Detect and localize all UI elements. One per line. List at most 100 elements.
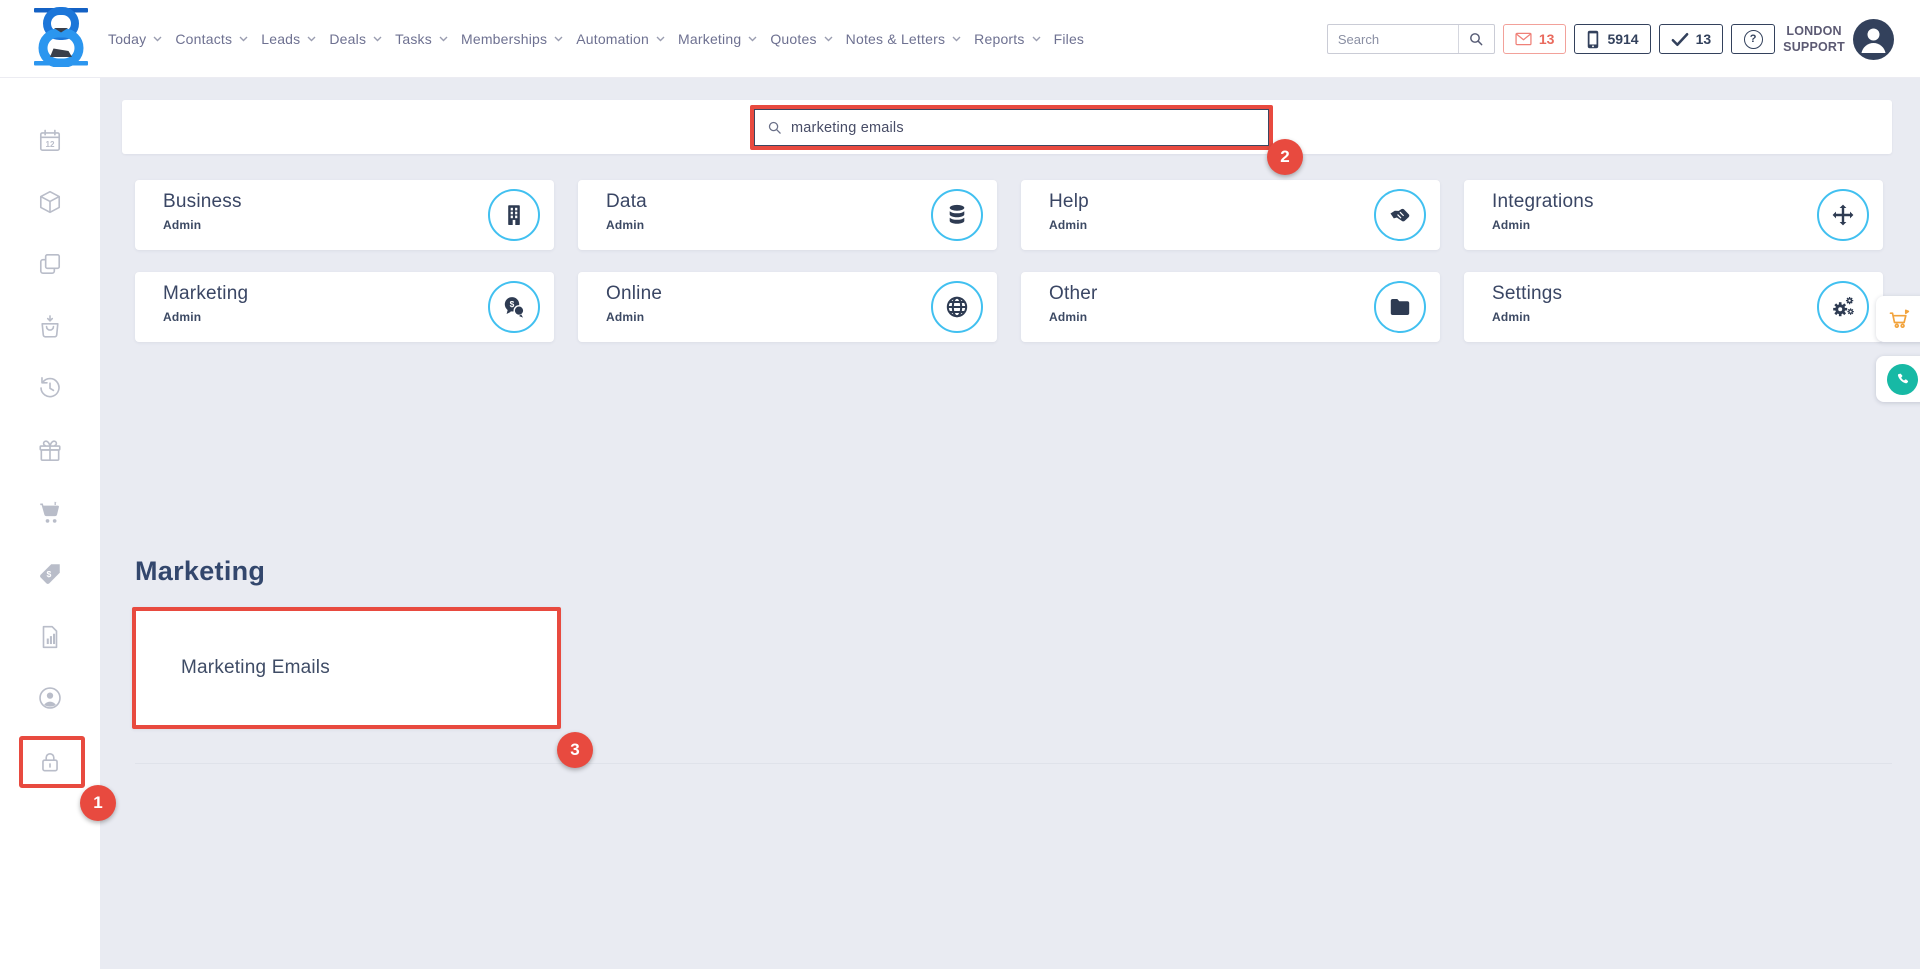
nav-item-reports[interactable]: Reports <box>974 31 1040 47</box>
chevron-down-icon <box>824 36 833 42</box>
user-name: LONDON SUPPORT <box>1783 23 1845 56</box>
nav-item-files[interactable]: Files <box>1054 31 1085 47</box>
nav-item-memberships[interactable]: Memberships <box>461 31 563 47</box>
admin-card-integrations[interactable]: Integrations Admin <box>1464 180 1883 250</box>
user-circle-icon <box>37 685 63 711</box>
nav-label: Marketing <box>678 31 741 47</box>
cube-icon <box>37 189 63 215</box>
admin-card-other[interactable]: Other Admin <box>1021 272 1440 342</box>
person-icon <box>1853 19 1894 60</box>
search-icon <box>1468 31 1484 47</box>
nav-item-quotes[interactable]: Quotes <box>770 31 832 47</box>
nav-item-notes-letters[interactable]: Notes & Letters <box>846 31 962 47</box>
annotation-badge-3: 3 <box>557 732 593 768</box>
card-icon-circle <box>1374 281 1426 333</box>
nav-label: Reports <box>974 31 1024 47</box>
history-clock-icon <box>37 375 63 401</box>
nav-label: Memberships <box>461 31 547 47</box>
chevron-down-icon <box>153 36 162 42</box>
section-divider <box>135 763 1892 764</box>
user-avatar[interactable] <box>1853 19 1894 60</box>
gift-icon <box>37 438 63 464</box>
checkmark-icon <box>1671 32 1689 47</box>
nav-item-marketing[interactable]: Marketing <box>678 31 757 47</box>
mobile-phone-icon <box>1586 30 1600 49</box>
admin-card-online[interactable]: Online Admin <box>578 272 997 342</box>
question-mark-icon: ? <box>1744 30 1763 49</box>
nav-label: Today <box>108 31 146 47</box>
tasks-count: 13 <box>1696 31 1712 47</box>
floating-cart-button[interactable] <box>1876 296 1920 342</box>
card-icon-circle <box>1374 189 1426 241</box>
admin-card-data[interactable]: Data Admin <box>578 180 997 250</box>
marketing-emails-label: Marketing Emails <box>181 657 330 679</box>
chevron-down-icon <box>1032 36 1041 42</box>
handshake-icon <box>1388 203 1412 227</box>
main-content: Business Admin Data Admin <box>100 78 1920 969</box>
nav-label: Deals <box>329 31 366 47</box>
annotation-badge-1: 1 <box>80 785 116 821</box>
chevron-down-icon <box>439 36 448 42</box>
admin-card-marketing[interactable]: Marketing Admin $ <box>135 272 554 342</box>
envelope-icon <box>1515 32 1532 46</box>
gears-icon <box>1831 295 1855 319</box>
topbar: Today Contacts Leads Deals Tasks Members… <box>0 0 1920 78</box>
sidebar-item-pricing[interactable]: $ <box>37 561 63 587</box>
sidebar-item-products[interactable] <box>37 189 63 215</box>
sidebar-item-bag-receive[interactable] <box>37 314 63 340</box>
admin-search-input[interactable] <box>791 120 1256 136</box>
global-search-input[interactable] <box>1328 32 1458 47</box>
unread-email-badge[interactable]: 13 <box>1503 24 1567 54</box>
nav-item-contacts[interactable]: Contacts <box>175 31 248 47</box>
help-button[interactable]: ? <box>1731 24 1775 54</box>
nav-label: Files <box>1054 31 1085 47</box>
marketing-emails-card[interactable]: Marketing Emails <box>132 607 561 729</box>
calendar-icon: 12 <box>37 128 63 154</box>
chevron-down-icon <box>554 36 563 42</box>
sidebar-item-history[interactable] <box>37 375 63 401</box>
nav-item-tasks[interactable]: Tasks <box>395 31 448 47</box>
nav-label: Notes & Letters <box>846 31 946 47</box>
dollar-glyph: $ <box>510 299 515 309</box>
admin-cards-grid: Business Admin Data Admin <box>135 180 1883 342</box>
chevron-down-icon <box>952 36 961 42</box>
card-icon-circle <box>488 189 540 241</box>
nav-item-deals[interactable]: Deals <box>329 31 382 47</box>
tasks-badge[interactable]: 13 <box>1659 24 1724 54</box>
sidebar-item-user-admin[interactable] <box>37 685 63 711</box>
sidebar-item-calendar[interactable]: 12 <box>37 128 63 154</box>
sidebar-item-gift[interactable] <box>37 438 63 464</box>
card-icon-circle <box>1817 281 1869 333</box>
clone-icon <box>37 251 63 277</box>
phone-extension-badge[interactable]: 5914 <box>1574 24 1650 54</box>
nav-label: Automation <box>576 31 649 47</box>
floating-phone-button[interactable] <box>1876 356 1920 402</box>
admin-card-business[interactable]: Business Admin <box>135 180 554 250</box>
sidebar-item-duplicates[interactable] <box>37 251 63 277</box>
search-button[interactable] <box>1458 25 1494 53</box>
nav-label: Leads <box>261 31 300 47</box>
price-tag-dollar-icon: $ <box>37 561 63 587</box>
app-logo-hourglass-icon[interactable] <box>28 7 94 67</box>
admin-card-help[interactable]: Help Admin <box>1021 180 1440 250</box>
nav-item-automation[interactable]: Automation <box>576 31 665 47</box>
comments-dollar-icon: $ <box>502 295 526 319</box>
nav-item-today[interactable]: Today <box>108 31 162 47</box>
dollar-glyph: $ <box>47 569 52 579</box>
phone-extension-number: 5914 <box>1607 31 1638 47</box>
calendar-day-number: 12 <box>45 140 55 149</box>
nav-item-leads[interactable]: Leads <box>261 31 316 47</box>
sidebar-item-cart[interactable] <box>37 500 63 526</box>
search-icon <box>767 120 782 135</box>
admin-card-settings[interactable]: Settings Admin <box>1464 272 1883 342</box>
phone-disc <box>1887 364 1918 395</box>
card-icon-circle <box>931 281 983 333</box>
card-icon-circle <box>931 189 983 241</box>
user-name-line1: LONDON <box>1783 23 1845 39</box>
shopping-cart-icon <box>37 500 63 526</box>
move-arrows-icon <box>1831 203 1855 227</box>
global-search <box>1327 24 1495 54</box>
annotation-badge-2: 2 <box>1267 139 1303 175</box>
sidebar-item-reports-file[interactable] <box>37 624 63 650</box>
main-nav: Today Contacts Leads Deals Tasks Members… <box>108 0 1084 78</box>
